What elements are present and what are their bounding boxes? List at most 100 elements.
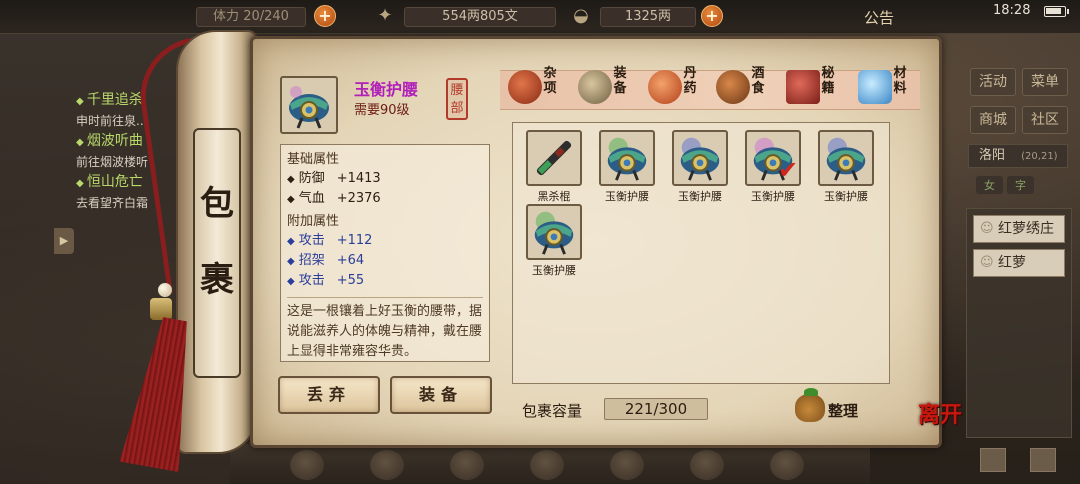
jade-bead [158,283,172,297]
slot-label: 玉衡护腰 [532,264,576,277]
inventory-slot[interactable] [599,130,655,186]
attr-name: 招架 [298,253,325,268]
item-name: 玉衡护腰 [354,80,419,99]
bullet-icon: ◆ [287,256,295,267]
silver-icon: ✦ [377,5,393,26]
slot-label: 玉衡护腰 [605,190,649,203]
martial-icon[interactable] [450,450,484,480]
checkmark-icon: ✔ [778,156,799,184]
community-button[interactable]: 社区 [1022,106,1068,134]
discard-button[interactable]: 丢弃 [278,376,380,414]
bag-icon[interactable] [370,450,404,480]
attr-value: +64 [336,253,365,268]
belt-icon [289,86,329,129]
capacity-value: 221/300 [604,398,708,420]
corner-button-right[interactable] [1030,448,1056,472]
bullet-icon: ◆ [287,236,295,247]
shop-button[interactable]: 商城 [970,106,1016,134]
attribute-box: 基础属性 ◆ 防御 +1413 ◆ 气血 +2376 附加属性 ◆ 攻击 +112 ◆ 招架 +… [280,144,490,362]
pill-icon [648,70,682,104]
location-bar[interactable]: 洛阳 (20,21) [968,144,1068,168]
menu-button[interactable]: 菜单 [1022,68,1068,96]
activity-button[interactable]: 活动 [970,68,1016,96]
attr-name: 攻击 [298,273,325,288]
book-icon [786,70,820,104]
tab-label: 秘籍 [821,66,835,96]
item-level-requirement: 需要90级 [354,103,410,118]
crystal-icon [858,70,892,104]
base-attr-header: 基础属性 [287,152,340,167]
tab-label: 杂项 [543,66,557,96]
add-gold-button[interactable]: + [701,5,723,27]
tab-label: 酒食 [751,66,765,96]
journal-icon[interactable] [690,450,724,480]
npc-list: 红萝绣庄 红萝 [966,208,1072,438]
expand-arrow-icon[interactable]: ▶ [54,228,74,254]
equipment-icon [578,70,612,104]
staff-icon [536,140,572,176]
gold-value: 1325两 [600,7,696,27]
category-tab-strip [500,70,920,110]
notice-button[interactable]: 公告 [864,7,894,28]
stamina-display: 体力 20/240 [196,7,306,27]
tab-label: 丹药 [683,66,697,96]
inventory-slot[interactable] [672,130,728,186]
bonus-attr-row: ◆ 攻击 +55 [281,271,489,291]
slot-label: 黑杀棍 [537,190,571,203]
side-tab[interactable]: 女 [976,176,1003,194]
skill-icon[interactable] [610,450,644,480]
location-coords: (20,21) [1021,151,1058,162]
attr-value: +55 [336,273,365,288]
bullet-icon: ◆ [287,194,295,205]
corner-button-left[interactable] [980,448,1006,472]
bonus-attr-row: ◆ 攻击 +112 [281,231,489,251]
scroll-title-char: 包 [200,184,234,224]
jar-icon [508,70,542,104]
inventory-slot[interactable] [526,130,582,186]
sort-button[interactable]: 整理 [828,400,858,421]
npc-item[interactable]: 红萝绣庄 [973,215,1065,243]
bonus-attr-row: ◆ 招架 +64 [281,251,489,271]
location-name: 洛阳 [979,148,1006,163]
side-tab[interactable]: 字 [1007,176,1034,194]
leave-button[interactable]: 离开 [918,404,962,448]
map-icon[interactable] [770,450,804,480]
npc-item[interactable]: 红萝 [973,249,1065,277]
equip-slot-seal: 腰部 [446,78,468,120]
stamina-value: 20/240 [243,9,289,24]
tassel-cap [150,298,172,320]
character-icon[interactable] [290,450,324,480]
add-stamina-button[interactable]: + [314,5,336,27]
formation-icon[interactable] [530,450,564,480]
attr-name: 防御 [298,171,325,186]
bottom-action-bar [230,444,870,484]
equip-button[interactable]: 装备 [390,376,492,414]
capacity-label: 包裹容量 [522,402,583,420]
belt-icon [680,137,720,181]
slot-label: 玉衡护腰 [824,190,868,203]
gold-ingot-icon: ◒ [573,5,589,26]
inventory-slot[interactable] [818,130,874,186]
wine-jar-icon [716,70,750,104]
attr-name: 气血 [298,191,325,206]
attr-name: 攻击 [298,233,325,248]
side-tabs: 女 字 [976,176,1034,194]
slot-label: 玉衡护腰 [678,190,722,203]
belt-icon [826,137,866,181]
belt-icon [607,137,647,181]
inventory-slot[interactable] [526,204,582,260]
bullet-icon: ◆ [287,174,295,185]
money-bag-icon[interactable] [795,388,825,422]
attr-value: +1413 [336,171,381,186]
tab-label: 材料 [893,66,907,96]
selected-item-frame [280,76,338,134]
battery-icon [1044,6,1069,17]
top-status-bar: 体力 20/240 + ✦ 554两805文 ◒ 1325两 + 公告 18:2… [0,0,1080,34]
bullet-icon: ◆ [287,276,295,287]
tab-label: 装备 [613,66,627,96]
attr-value: +112 [336,233,373,248]
base-attr-row: ◆ 气血 +2376 [281,189,489,209]
attr-value: +2376 [336,191,381,206]
item-description: 这是一根镶着上好玉衡的腰带，据说能滋养人的体魄与精神，戴在腰上显得非常雍容华贵。 [287,304,483,359]
slot-label: 玉衡护腰 [751,190,795,203]
